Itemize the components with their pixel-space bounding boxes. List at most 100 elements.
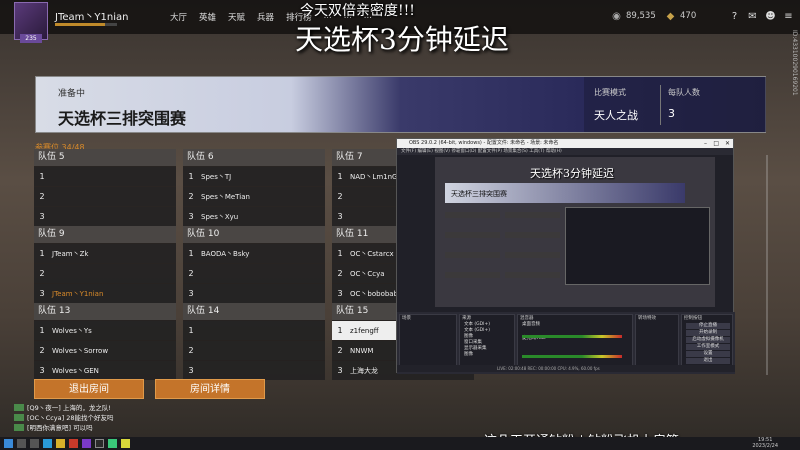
sources-dock[interactable]: 来源 文本 (GDI+) 文本 (GDI+) 图像 窗口采集 显示器采集 图像 xyxy=(459,314,515,372)
slot-number: 2 xyxy=(39,192,45,201)
team-slot[interactable]: 3 xyxy=(183,361,325,380)
team-slot[interactable]: 3 JTeam丶Y1nian xyxy=(34,284,176,303)
team-card: 队伍 14 1 2 3 xyxy=(183,303,325,380)
slot-number: 2 xyxy=(337,269,343,278)
slot-number: 1 xyxy=(188,172,194,181)
team-slot[interactable]: 3 Spes丶Xyu xyxy=(183,207,325,226)
scenes-label: 场景 xyxy=(402,316,411,321)
nav-heroes[interactable]: 英雄 xyxy=(199,11,216,23)
people-icon[interactable]: ☻ xyxy=(765,11,776,22)
app-icon[interactable] xyxy=(69,439,78,448)
team-size-label: 每队人数 xyxy=(668,88,700,97)
player-name: JTeam丶Y1nian xyxy=(55,12,129,23)
taskview-icon[interactable] xyxy=(30,439,39,448)
slot-number: 3 xyxy=(39,366,45,375)
minimize-icon[interactable]: – xyxy=(704,139,707,148)
nav-talents[interactable]: 天赋 xyxy=(228,11,245,23)
team-card: 队伍 13 1 Wolves丶Ys 2 Wolves丶Sorrow 3 Wolves丶GEN xyxy=(34,303,176,380)
team-slot[interactable]: 1 xyxy=(34,167,176,186)
leave-room-button[interactable]: 退出房间 xyxy=(34,379,144,399)
team-slot[interactable]: 1 Wolves丶Ys xyxy=(34,321,176,340)
app-icon[interactable] xyxy=(108,439,117,448)
search-icon[interactable] xyxy=(17,439,26,448)
team-slot[interactable]: 1 xyxy=(183,321,325,340)
obs-preview[interactable]: 天选杯3分钟延迟 天选杯三排突围赛 xyxy=(435,157,715,307)
avatar-level: 235 xyxy=(20,34,42,43)
player-name: JTeam丶Y1nian xyxy=(52,289,104,298)
taskbar-clock[interactable]: 19:51 2023/2/24 xyxy=(752,437,778,449)
settings-button[interactable]: 设置 xyxy=(686,351,730,357)
team-slot[interactable]: 2 Spes丶MeTian xyxy=(183,187,325,206)
mixer-dock[interactable]: 混音器 桌面音频 麦克风/Aux xyxy=(517,314,633,372)
stop-streaming-button[interactable]: 停止直播 xyxy=(686,323,730,329)
app-icon[interactable] xyxy=(82,439,91,448)
scenes-dock[interactable]: 场景 xyxy=(399,314,457,372)
edge-icon[interactable] xyxy=(43,439,52,448)
transitions-label: 转场特效 xyxy=(638,316,656,321)
slot-number: 1 xyxy=(39,172,45,181)
team-name: 队伍 5 xyxy=(34,149,176,166)
obs-status-bar: LIVE: 02:00:48 REC: 00:00:00 CPU: 4.9%, … xyxy=(397,365,735,372)
team-slot[interactable]: 3 Wolves丶GEN xyxy=(34,361,176,380)
preview-row xyxy=(505,252,560,258)
preview-row xyxy=(505,272,560,278)
player-name: Spes丶Xyu xyxy=(201,212,239,221)
preview-row xyxy=(445,252,500,258)
preview-row xyxy=(445,232,500,238)
mode-label: 比赛模式 xyxy=(594,88,626,97)
player-name: BAODA丶Bsky xyxy=(201,249,250,258)
team-slot[interactable]: 2 xyxy=(183,264,325,283)
virtual-camera-button[interactable]: 启动虚拟摄像机 xyxy=(686,337,730,343)
team-name: 队伍 13 xyxy=(34,303,176,320)
controls-dock[interactable]: 控制按钮 停止直播 开始录制 启动虚拟摄像机 工作室模式 设置 退出 xyxy=(681,314,733,372)
transitions-dock[interactable]: 转场特效 xyxy=(635,314,679,372)
preview-nested-capture xyxy=(565,207,710,285)
obs-window[interactable]: OBS 29.0.2 (64-bit, windows) - 配置文件: 未命名… xyxy=(396,138,735,374)
obs-titlebar[interactable]: OBS 29.0.2 (64-bit, windows) - 配置文件: 未命名… xyxy=(397,139,733,148)
slot-number: 3 xyxy=(39,212,45,221)
team-slot[interactable]: 2 xyxy=(34,264,176,283)
app-icon[interactable] xyxy=(95,439,104,448)
taskbar: 19:51 2023/2/24 xyxy=(0,437,800,450)
obs-menu-bar[interactable]: 文件(F) 编辑(E) 视图(V) 停靠窗口(D) 配置文件(P) 场景集合(S… xyxy=(397,148,733,155)
nav-lobby[interactable]: 大厅 xyxy=(170,11,187,23)
team-slot[interactable]: 1 BAODA丶Bsky xyxy=(183,244,325,263)
chat-tag-icon xyxy=(14,403,24,411)
match-banner: 准备中 天选杯三排突围赛 比赛模式 天人之战 每队人数 3 xyxy=(35,76,766,133)
nav-weapons[interactable]: 兵器 xyxy=(257,11,274,23)
team-card: 队伍 5 1 2 3 xyxy=(34,149,176,226)
team-slot[interactable]: 3 xyxy=(34,207,176,226)
start-recording-button[interactable]: 开始录制 xyxy=(686,330,730,336)
windows-start-icon[interactable] xyxy=(4,439,13,448)
chat-feed: [Q9丶夜一] 上海的，龙之队! [OC丶Ccya] 28能找个好友吗 [明西你… xyxy=(14,402,114,432)
preview-row xyxy=(445,212,500,218)
team-slot[interactable]: 2 Wolves丶Sorrow xyxy=(34,341,176,360)
stream-overlay-notice: 今天双倍亲密度!!! xyxy=(300,3,415,19)
match-title: 天选杯三排突围赛 xyxy=(58,109,187,128)
team-slot[interactable]: 2 xyxy=(183,341,325,360)
help-icon[interactable]: ? xyxy=(729,11,740,22)
exit-button[interactable]: 退出 xyxy=(686,358,730,364)
team-slot[interactable]: 2 xyxy=(34,187,176,206)
close-icon[interactable]: ✕ xyxy=(725,139,730,148)
team-name: 队伍 6 xyxy=(183,149,325,166)
folder-icon[interactable] xyxy=(56,439,65,448)
team-slot[interactable]: 3 xyxy=(183,284,325,303)
menu-icon[interactable]: ≡ xyxy=(783,11,794,22)
chat-line: [明西你满意吧] 可以吗 xyxy=(14,422,114,432)
preview-row xyxy=(505,212,560,218)
team-slot[interactable]: 1 JTeam丶Zk xyxy=(34,244,176,263)
mode-value: 天人之战 xyxy=(594,109,638,122)
slot-number: 3 xyxy=(188,289,194,298)
player-name: OC丶Ccya xyxy=(350,269,385,278)
app-icon[interactable] xyxy=(121,439,130,448)
scrollbar[interactable] xyxy=(766,155,768,375)
team-slot[interactable]: 1 Spes丶TJ xyxy=(183,167,325,186)
slot-number: 1 xyxy=(337,249,343,258)
studio-mode-button[interactable]: 工作室模式 xyxy=(686,344,730,350)
stream-id: ID:433100290169201 xyxy=(791,30,798,96)
mail-icon[interactable]: ✉ xyxy=(747,11,758,22)
maximize-icon[interactable]: □ xyxy=(713,139,719,148)
source-item[interactable]: 图像 xyxy=(460,351,514,357)
room-details-button[interactable]: 房间详情 xyxy=(155,379,265,399)
